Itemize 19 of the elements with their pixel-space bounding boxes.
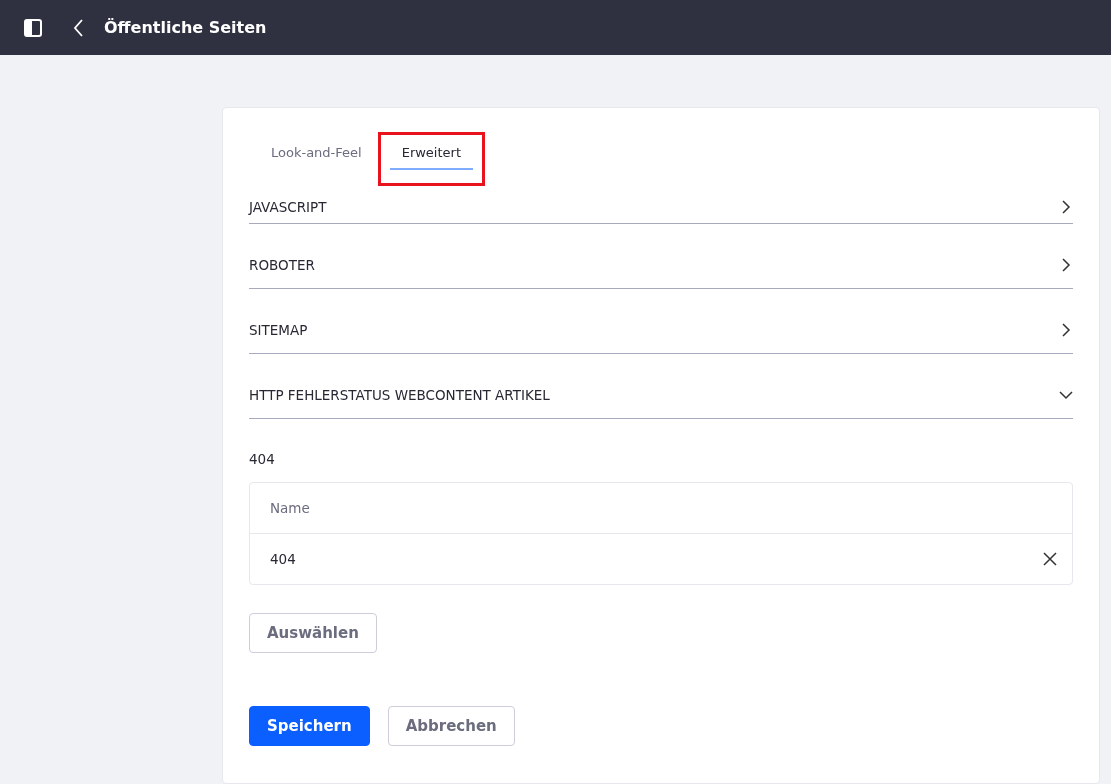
chevron-right-icon xyxy=(1059,322,1073,337)
cancel-button[interactable]: Abbrechen xyxy=(387,706,515,746)
save-button[interactable]: Speichern xyxy=(249,706,370,746)
page-title: Öffentliche Seiten xyxy=(104,18,267,37)
section-header[interactable]: SITEMAP xyxy=(249,290,1073,354)
sidebar-toggle-icon[interactable] xyxy=(24,18,42,37)
close-icon[interactable] xyxy=(1043,552,1057,566)
section-header[interactable]: HTTP FEHLERSTATUS WEBCONTENT ARTIKEL xyxy=(249,355,1073,419)
field-label: 404 xyxy=(249,451,276,467)
chevron-right-icon xyxy=(1059,257,1073,272)
column-header: Name xyxy=(270,500,310,516)
section-header[interactable]: JAVASCRIPT xyxy=(249,175,1073,224)
tab[interactable]: Look-and-Feel xyxy=(259,132,374,170)
tab[interactable]: Erweitert xyxy=(389,132,473,170)
chevron-right-icon xyxy=(1059,200,1073,214)
select-button[interactable]: Auswählen xyxy=(249,613,377,653)
section-header[interactable]: ROBOTER xyxy=(249,225,1073,289)
table-cell: 404 xyxy=(270,551,296,567)
back-icon[interactable] xyxy=(74,18,84,37)
